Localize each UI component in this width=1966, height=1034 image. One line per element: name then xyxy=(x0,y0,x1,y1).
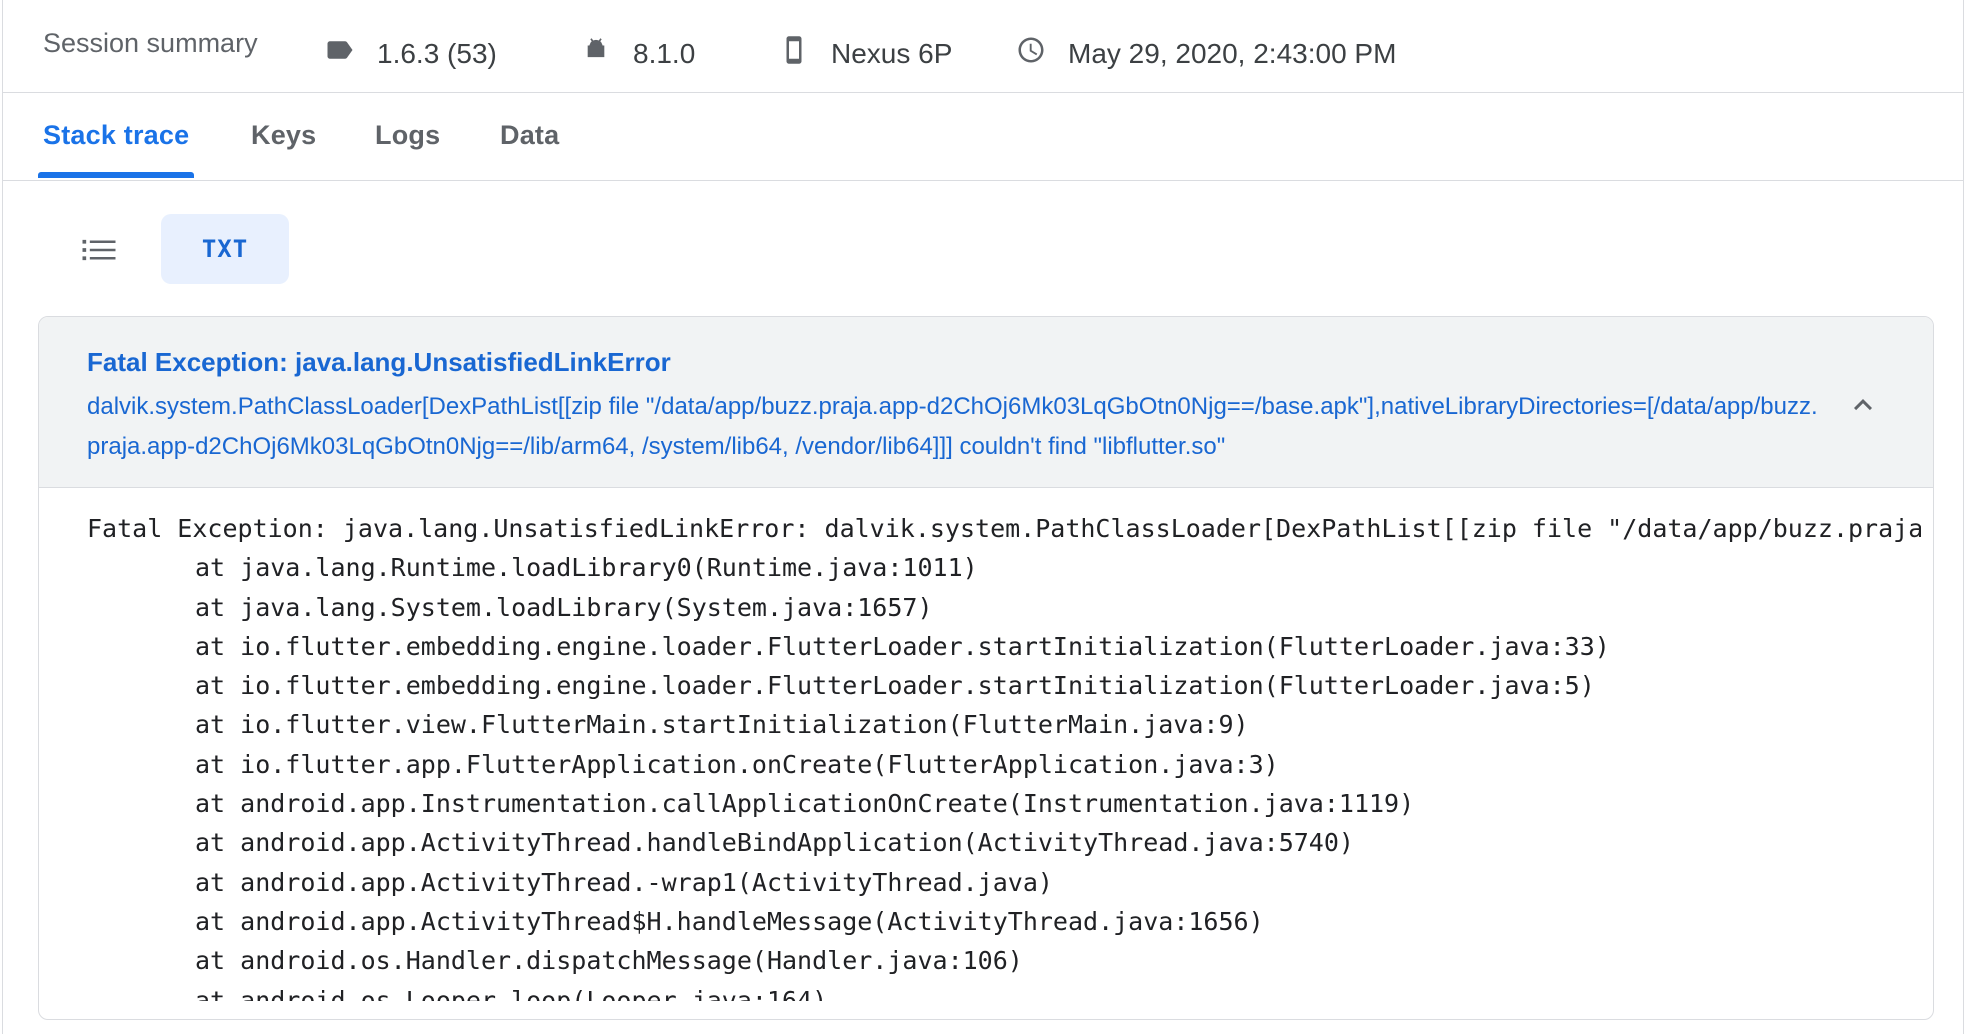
android-icon xyxy=(587,38,605,58)
tab-data[interactable]: Data xyxy=(500,120,559,151)
trace-frame: at android.app.ActivityThread$H.handleMe… xyxy=(195,906,1264,936)
active-tab-indicator xyxy=(38,172,194,178)
tab-keys[interactable]: Keys xyxy=(251,120,316,151)
trace-frame: at android.os.Looper.loop(Looper.java:16… xyxy=(195,985,828,1001)
trace-header-line: Fatal Exception: java.lang.UnsatisfiedLi… xyxy=(87,514,1921,543)
session-summary: Session summary 1.6.3 (53) 8.1.0 Nexus 6… xyxy=(3,0,1963,93)
app-version-text: 1.6.3 (53) xyxy=(377,38,497,69)
collapse-button[interactable] xyxy=(1843,385,1883,425)
stack-trace-text: Fatal Exception: java.lang.UnsatisfiedLi… xyxy=(87,509,1921,1001)
trace-frame: at io.flutter.view.FlutterMain.startInit… xyxy=(195,710,1249,740)
device: Nexus 6P xyxy=(779,30,952,70)
app-version: 1.6.3 (53) xyxy=(325,30,497,70)
exception-title: Fatal Exception: java.lang.UnsatisfiedLi… xyxy=(87,347,671,377)
tab-logs[interactable]: Logs xyxy=(375,120,440,151)
list-view-button[interactable] xyxy=(67,218,131,282)
text-view-label: TXT xyxy=(201,235,249,263)
list-icon xyxy=(82,239,116,261)
trace-frame: at android.app.ActivityThread.-wrap1(Act… xyxy=(195,867,1053,897)
exception-card: Fatal Exception: java.lang.UnsatisfiedLi… xyxy=(38,316,1934,1020)
trace-frame: at io.flutter.app.FlutterApplication.onC… xyxy=(195,749,1279,779)
phone-icon xyxy=(786,36,802,64)
crash-detail-panel: Session summary 1.6.3 (53) 8.1.0 Nexus 6… xyxy=(2,0,1964,1034)
trace-frame: at android.app.Instrumentation.callAppli… xyxy=(195,789,1415,819)
crash-time: May 29, 2020, 2:43:00 PM xyxy=(1016,30,1396,70)
os-version-text: 8.1.0 xyxy=(633,38,696,69)
detail-tabs: Stack trace Keys Logs Data xyxy=(3,92,1963,181)
tab-stack-trace[interactable]: Stack trace xyxy=(43,120,189,151)
session-summary-title: Session summary xyxy=(43,28,258,58)
trace-frame: at io.flutter.embedding.engine.loader.Fl… xyxy=(195,671,1595,701)
os-version: 8.1.0 xyxy=(581,30,695,70)
exception-header[interactable]: Fatal Exception: java.lang.UnsatisfiedLi… xyxy=(39,317,1933,488)
trace-frame: at java.lang.System.loadLibrary(System.j… xyxy=(195,592,933,622)
exception-message: dalvik.system.PathClassLoader[DexPathLis… xyxy=(87,393,1818,460)
device-text: Nexus 6P xyxy=(831,38,953,69)
trace-frame: at java.lang.Runtime.loadLibrary0(Runtim… xyxy=(195,553,978,583)
crash-time-text: May 29, 2020, 2:43:00 PM xyxy=(1068,38,1397,69)
tag-icon xyxy=(327,41,353,59)
trace-frame: at io.flutter.embedding.engine.loader.Fl… xyxy=(195,631,1610,661)
trace-frame: at android.os.Handler.dispatchMessage(Ha… xyxy=(195,946,1023,976)
trace-frame: at android.app.ActivityThread.handleBind… xyxy=(195,828,1354,858)
chevron-up-icon xyxy=(1854,399,1872,411)
clock-icon xyxy=(1018,37,1044,63)
text-view-button[interactable]: TXT xyxy=(161,214,289,284)
